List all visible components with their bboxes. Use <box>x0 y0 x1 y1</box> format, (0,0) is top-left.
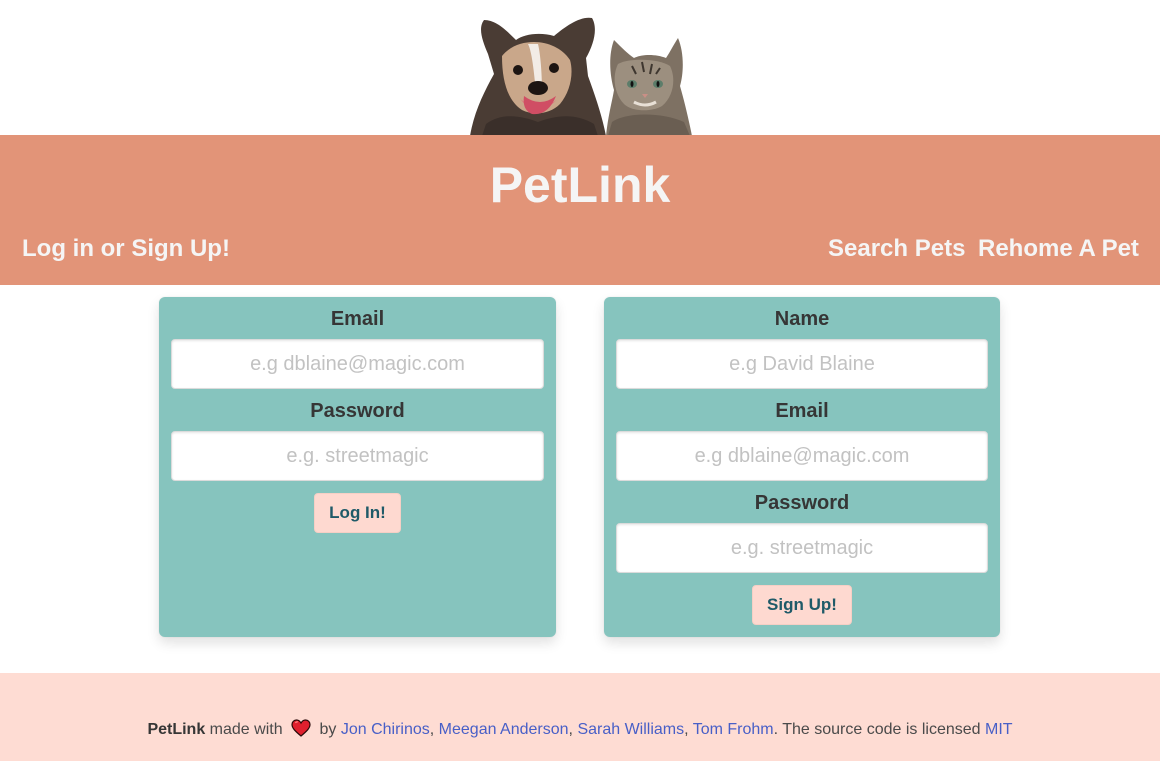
footer-brand: PetLink <box>147 721 206 738</box>
dog-and-cat-image <box>470 17 692 136</box>
login-button[interactable]: Log In! <box>314 493 401 533</box>
signup-name-label: Name <box>774 308 830 330</box>
mit-license-link[interactable]: MIT <box>985 721 1013 738</box>
author-link[interactable]: Meegan Anderson <box>439 721 569 738</box>
author-separator: , <box>684 721 693 738</box>
signup-name-input[interactable] <box>616 339 988 389</box>
footer: PetLink made with by Jon Chirinos, Meega… <box>0 673 1160 761</box>
login-card: Email Password Log In! <box>159 297 556 637</box>
footer-credits: PetLink made with by Jon Chirinos, Meega… <box>0 719 1160 739</box>
signup-password-input[interactable] <box>616 523 988 573</box>
login-password-input[interactable] <box>171 431 544 481</box>
heart-icon <box>291 719 311 737</box>
nav-search-pets-link[interactable]: Search Pets <box>828 235 965 263</box>
signup-card: Name Email Password Sign Up! <box>604 297 1000 637</box>
author-link[interactable]: Jon Chirinos <box>341 721 430 738</box>
site-title: PetLink <box>489 157 671 213</box>
signup-email-label: Email <box>775 400 829 422</box>
hero-banner: PetLink Log in or Sign Up! Search Pets R… <box>0 135 1160 285</box>
author-link[interactable]: Sarah Williams <box>577 721 684 738</box>
nav-rehome-pet-link[interactable]: Rehome A Pet <box>978 235 1139 263</box>
nav-login-signup-link[interactable]: Log in or Sign Up! <box>22 235 230 263</box>
footer-license-text: . The source code is licensed <box>773 721 986 738</box>
login-email-input[interactable] <box>171 339 544 389</box>
author-separator: , <box>429 721 439 738</box>
login-email-label: Email <box>330 308 385 330</box>
footer-made-with: made with <box>205 721 288 738</box>
login-password-label: Password <box>310 400 405 422</box>
signup-email-input[interactable] <box>616 431 988 481</box>
author-link[interactable]: Tom Frohm <box>693 721 774 738</box>
footer-by: by <box>315 721 341 738</box>
signup-button[interactable]: Sign Up! <box>752 585 852 625</box>
signup-password-label: Password <box>754 492 850 514</box>
